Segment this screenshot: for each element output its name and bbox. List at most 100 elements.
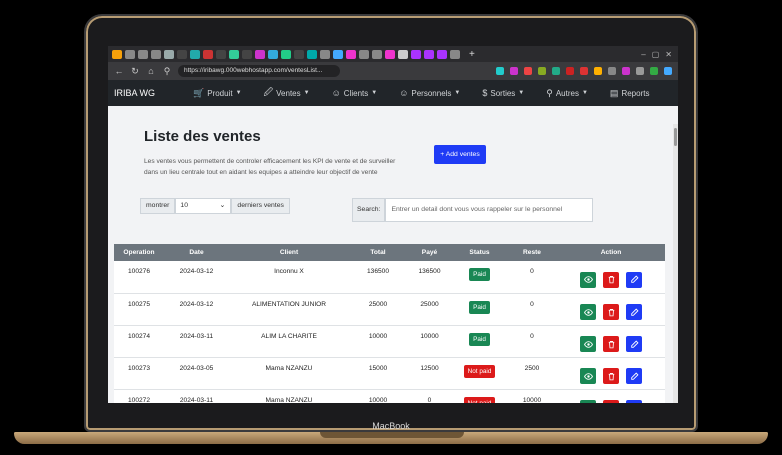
- view-button[interactable]: [580, 400, 596, 403]
- page-size-select[interactable]: 10 ⌄: [175, 198, 232, 214]
- caret-down-icon: ▼: [518, 90, 525, 96]
- browser-tab[interactable]: [385, 49, 395, 59]
- browser-tab[interactable]: [359, 49, 369, 59]
- browser-tab[interactable]: [424, 49, 434, 59]
- add-ventes-button[interactable]: + Add ventes: [434, 145, 486, 164]
- nav-item-label: Clients: [343, 88, 369, 98]
- browser-window: + – ▢ ✕ ← ↻ ⌂ ⚲ https://iribawg.000webho…: [108, 46, 678, 403]
- close-icon[interactable]: ✕: [665, 50, 672, 59]
- page-title: Liste des ventes: [144, 128, 261, 145]
- browser-tab[interactable]: [190, 49, 200, 59]
- scrollbar-thumb[interactable]: [674, 128, 677, 146]
- browser-tab[interactable]: [411, 49, 421, 59]
- new-tab-button[interactable]: +: [469, 49, 475, 60]
- browser-tab[interactable]: [268, 49, 278, 59]
- table-header-row: Operation Date Client Total Payé Status Reste A…: [114, 244, 665, 261]
- browser-tab[interactable]: [307, 49, 317, 59]
- browser-tab[interactable]: [333, 49, 343, 59]
- browser-tab[interactable]: [242, 49, 252, 59]
- cell-status: Not paid: [452, 357, 507, 390]
- autres-icon: ⚲: [546, 87, 553, 98]
- browser-tab[interactable]: [450, 49, 460, 59]
- cell-reste: 2500: [507, 357, 557, 390]
- browser-tab[interactable]: [372, 49, 382, 59]
- browser-tab[interactable]: [398, 49, 408, 59]
- cell-operation: 100273: [114, 357, 164, 390]
- cell-total: 136500: [349, 261, 407, 294]
- column-header-payé: Payé: [407, 244, 452, 261]
- edit-button[interactable]: [626, 336, 642, 352]
- delete-button[interactable]: [603, 368, 619, 384]
- reload-icon[interactable]: ↻: [130, 66, 140, 77]
- cell-operation: 100272: [114, 389, 164, 403]
- browser-tab[interactable]: [294, 49, 304, 59]
- extension-icon[interactable]: [552, 67, 560, 75]
- view-button[interactable]: [580, 368, 596, 384]
- cell-paye: 10000: [407, 325, 452, 358]
- extension-icon[interactable]: [580, 67, 588, 75]
- extension-icon[interactable]: [566, 67, 574, 75]
- back-icon[interactable]: ←: [114, 66, 124, 76]
- minimize-icon[interactable]: –: [641, 50, 645, 59]
- app-brand[interactable]: IRIBA WG: [114, 88, 155, 98]
- pencil-icon: [630, 307, 639, 316]
- extension-icon[interactable]: [608, 67, 616, 75]
- browser-tab[interactable]: [437, 49, 447, 59]
- browser-tab[interactable]: [138, 49, 148, 59]
- home-icon[interactable]: ⌂: [146, 66, 156, 76]
- edit-button[interactable]: [626, 304, 642, 320]
- nav-item-ventes[interactable]: 🖉 Ventes ▼: [264, 85, 310, 101]
- cell-operation: 100274: [114, 325, 164, 358]
- extension-icon[interactable]: [636, 67, 644, 75]
- maximize-icon[interactable]: ▢: [652, 50, 660, 59]
- browser-tab[interactable]: [125, 49, 135, 59]
- browser-tab[interactable]: [177, 49, 187, 59]
- nav-item-clients[interactable]: ☺ Clients ▼: [332, 85, 378, 101]
- nav-item-personnels[interactable]: ☺ Personnels ▼: [399, 85, 460, 101]
- delete-button[interactable]: [603, 304, 619, 320]
- nav-item-reports[interactable]: ▤ Reports: [610, 85, 650, 101]
- edit-button[interactable]: [626, 368, 642, 384]
- cell-status: Paid: [452, 293, 507, 326]
- view-button[interactable]: [580, 336, 596, 352]
- extension-icon[interactable]: [664, 67, 672, 75]
- url-field[interactable]: https://iribawg.000webhostapp.com/ventes…: [178, 65, 340, 77]
- page-scrollbar[interactable]: [673, 124, 678, 403]
- nav-item-autres[interactable]: ⚲ Autres ▼: [546, 85, 588, 101]
- browser-tab[interactable]: [112, 49, 122, 59]
- edit-button[interactable]: [626, 400, 642, 403]
- extension-icon[interactable]: [496, 67, 504, 75]
- cell-client: Inconnu X: [229, 261, 349, 294]
- view-button[interactable]: [580, 304, 596, 320]
- extension-icon[interactable]: [524, 67, 532, 75]
- browser-tab[interactable]: [151, 49, 161, 59]
- delete-button[interactable]: [603, 271, 619, 288]
- cell-actions: [557, 357, 665, 390]
- browser-tab[interactable]: [164, 49, 174, 59]
- browser-tab-strip: + – ▢ ✕: [108, 46, 678, 62]
- search-icon[interactable]: ⚲: [162, 66, 172, 77]
- delete-button[interactable]: [603, 336, 619, 352]
- edit-button[interactable]: [626, 271, 642, 288]
- trash-icon: [608, 308, 614, 316]
- browser-tab[interactable]: [346, 49, 356, 59]
- nav-item-produit[interactable]: 🛒 Produit ▼: [193, 85, 242, 101]
- browser-tab[interactable]: [229, 49, 239, 59]
- personnels-icon: ☺: [399, 88, 409, 98]
- view-button[interactable]: [580, 271, 596, 288]
- cell-date: 2024-03-12: [164, 293, 229, 326]
- cell-client: Mama NZANZU: [229, 357, 349, 390]
- extension-icon[interactable]: [622, 67, 630, 75]
- extension-icon[interactable]: [650, 67, 658, 75]
- extension-icon[interactable]: [538, 67, 546, 75]
- extension-icon[interactable]: [510, 67, 518, 75]
- extension-icon[interactable]: [594, 67, 602, 75]
- search-input[interactable]: Entrer un detail dont vous vous rappeler…: [385, 198, 594, 222]
- delete-button[interactable]: [603, 400, 619, 403]
- browser-tab[interactable]: [216, 49, 226, 59]
- nav-item-sorties[interactable]: $ Sorties ▼: [482, 85, 524, 101]
- browser-tab[interactable]: [203, 49, 213, 59]
- browser-tab[interactable]: [255, 49, 265, 59]
- browser-tab[interactable]: [320, 49, 330, 59]
- browser-tab[interactable]: [281, 49, 291, 59]
